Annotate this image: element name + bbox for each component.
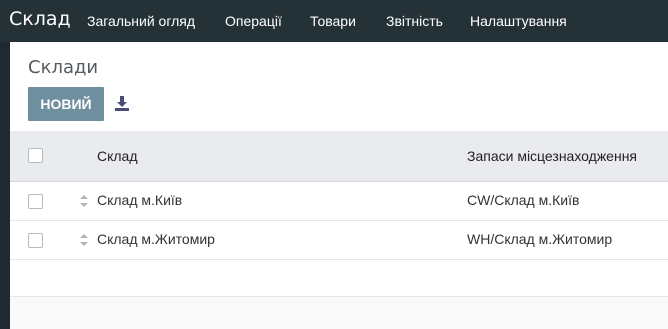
menu-overview[interactable]: Загальний огляд: [87, 13, 195, 29]
warehouse-name: Склад м.Київ: [97, 192, 183, 208]
menu-settings[interactable]: Налаштування: [470, 13, 567, 29]
column-header-warehouse[interactable]: Склад: [97, 148, 138, 164]
row-checkbox[interactable]: [28, 233, 43, 248]
top-navbar: Склад Загальний огляд Операції Товари Зв…: [0, 0, 668, 42]
table-header: Склад Запаси місцезнаходження: [10, 131, 668, 182]
drag-handle-icon[interactable]: [79, 233, 89, 247]
row-checkbox[interactable]: [28, 194, 43, 209]
download-icon[interactable]: [113, 94, 131, 112]
app-title[interactable]: Склад: [9, 8, 71, 30]
menu-reporting[interactable]: Звітність: [386, 13, 443, 29]
stock-location: CW/Склад м.Київ: [467, 192, 580, 208]
stock-location: WH/Склад м.Житомир: [467, 231, 613, 247]
column-header-location[interactable]: Запаси місцезнаходження: [467, 148, 637, 164]
empty-table-row: [10, 260, 668, 297]
drag-handle-icon[interactable]: [79, 194, 89, 208]
main-content: Склади НОВИЙ Склад Запаси місцезнаходжен…: [10, 42, 668, 329]
table-row[interactable]: Склад м.Житомир WH/Склад м.Житомир: [10, 221, 668, 260]
warehouse-name: Склад м.Житомир: [97, 231, 215, 247]
select-all-checkbox[interactable]: [28, 148, 43, 163]
breadcrumb: Склади: [28, 57, 99, 78]
menu-operations[interactable]: Операції: [225, 13, 282, 29]
new-button[interactable]: НОВИЙ: [28, 87, 104, 121]
menu-products[interactable]: Товари: [310, 13, 356, 29]
table-row[interactable]: Склад м.Київ CW/Склад м.Київ: [10, 182, 668, 221]
control-panel: Склади НОВИЙ: [10, 42, 668, 131]
